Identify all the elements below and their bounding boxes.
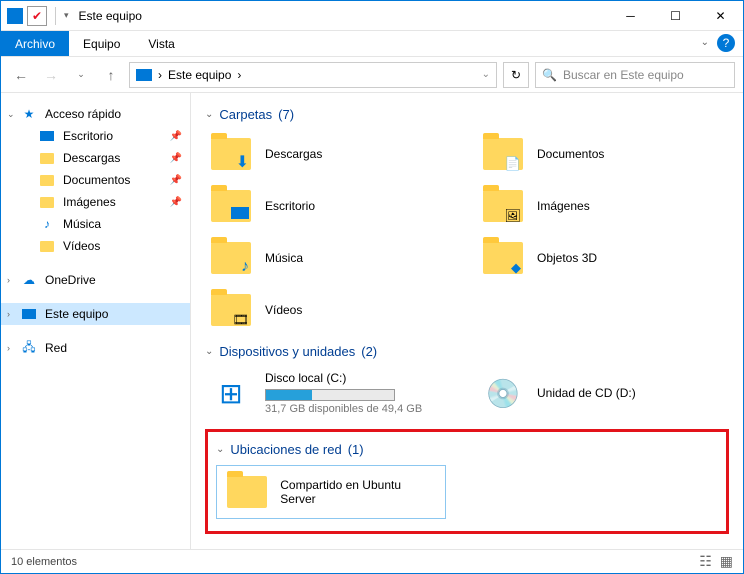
maximize-button[interactable]: ☐ bbox=[653, 1, 698, 30]
sidebar-item-music[interactable]: ♪Música bbox=[1, 213, 190, 235]
pc-icon bbox=[21, 306, 37, 322]
folder-icon: 🎞 bbox=[209, 290, 253, 330]
forward-button[interactable]: → bbox=[39, 63, 63, 87]
folder-downloads[interactable]: ⬇Descargas bbox=[205, 130, 457, 178]
drive-usage-bar bbox=[265, 389, 395, 401]
search-placeholder: Buscar en Este equipo bbox=[563, 68, 684, 82]
sidebar-item-desktop[interactable]: Escritorio📌 bbox=[1, 125, 190, 147]
address-dropdown-icon[interactable]: ⌄ bbox=[482, 69, 490, 80]
chevron-down-icon: ⌄ bbox=[216, 444, 224, 455]
tab-equipo[interactable]: Equipo bbox=[69, 31, 134, 56]
app-icon bbox=[7, 8, 23, 24]
desktop-icon bbox=[39, 128, 55, 144]
documents-icon bbox=[39, 172, 55, 188]
drive-local-c[interactable]: ⊞ Disco local (C:) 31,7 GB disponibles d… bbox=[205, 367, 457, 419]
folder-documents[interactable]: 📄Documentos bbox=[477, 130, 729, 178]
folder-icon bbox=[209, 186, 253, 226]
sidebar-item-quick-access[interactable]: ⌄★Acceso rápido bbox=[1, 103, 190, 125]
sidebar-item-videos[interactable]: Vídeos bbox=[1, 235, 190, 257]
back-button[interactable]: ← bbox=[9, 63, 33, 87]
ribbon-expand-icon[interactable]: ⌄ bbox=[701, 37, 709, 48]
search-input[interactable]: 🔍 Buscar en Este equipo bbox=[535, 62, 735, 88]
minimize-button[interactable]: ─ bbox=[608, 1, 653, 30]
cd-icon: 💿 bbox=[481, 373, 525, 413]
refresh-button[interactable]: ↻ bbox=[503, 62, 529, 88]
pin-icon: 📌 bbox=[170, 131, 182, 142]
details-view-icon[interactable]: ☷ bbox=[699, 553, 712, 570]
sidebar-item-images[interactable]: Imágenes📌 bbox=[1, 191, 190, 213]
sidebar-item-onedrive[interactable]: ›☁OneDrive bbox=[1, 269, 190, 291]
pin-icon: 📌 bbox=[170, 175, 182, 186]
folder-images[interactable]: 🖼Imágenes bbox=[477, 182, 729, 230]
status-count: 10 elementos bbox=[11, 556, 77, 568]
star-icon: ★ bbox=[21, 106, 37, 122]
recent-dropdown-icon[interactable]: ⌄ bbox=[69, 63, 93, 87]
images-icon bbox=[39, 194, 55, 210]
up-button[interactable]: ↑ bbox=[99, 63, 123, 87]
help-icon[interactable]: ? bbox=[717, 34, 735, 52]
folder-desktop[interactable]: Escritorio bbox=[205, 182, 457, 230]
section-network-header[interactable]: ⌄Ubicaciones de red (1) bbox=[216, 442, 718, 457]
folder-icon: ◆ bbox=[481, 238, 525, 278]
highlight-annotation: ⌄Ubicaciones de red (1) Compartido en Ub… bbox=[205, 429, 729, 534]
sidebar-item-thispc[interactable]: ›Este equipo bbox=[1, 303, 190, 325]
address-input[interactable]: › Este equipo › ⌄ bbox=[129, 62, 497, 88]
sidebar-item-network[interactable]: ›🖧Red bbox=[1, 337, 190, 359]
folder-videos[interactable]: 🎞Vídeos bbox=[205, 286, 457, 334]
drive-icon: ⊞ bbox=[209, 373, 253, 413]
videos-icon bbox=[39, 238, 55, 254]
qat-dropdown-icon[interactable]: ▾ bbox=[64, 10, 69, 21]
folder-music[interactable]: ♪Música bbox=[205, 234, 457, 282]
downloads-icon bbox=[39, 150, 55, 166]
sidebar: ⌄★Acceso rápido Escritorio📌 Descargas📌 D… bbox=[1, 93, 191, 549]
search-icon: 🔍 bbox=[542, 68, 557, 82]
breadcrumb-sep: › bbox=[237, 68, 241, 82]
content: ⌄Carpetas (7) ⬇Descargas 📄Documentos Esc… bbox=[191, 93, 743, 549]
separator bbox=[55, 7, 56, 25]
tab-archivo[interactable]: Archivo bbox=[1, 31, 69, 56]
breadcrumb[interactable]: Este equipo bbox=[168, 68, 231, 82]
titlebar-left: ✔ ▾ Este equipo bbox=[7, 6, 142, 26]
tab-vista[interactable]: Vista bbox=[134, 31, 188, 56]
drive-cd-d[interactable]: 💿 Unidad de CD (D:) bbox=[477, 367, 729, 419]
cloud-icon: ☁ bbox=[21, 272, 37, 288]
folder-icon: 📄 bbox=[481, 134, 525, 174]
chevron-down-icon: ⌄ bbox=[205, 346, 213, 357]
network-icon: 🖧 bbox=[21, 340, 37, 356]
pin-icon: 📌 bbox=[170, 153, 182, 164]
folders-grid: ⬇Descargas 📄Documentos Escritorio 🖼Imáge… bbox=[205, 130, 729, 334]
pc-icon bbox=[136, 69, 152, 81]
sidebar-item-downloads[interactable]: Descargas📌 bbox=[1, 147, 190, 169]
section-folders-header[interactable]: ⌄Carpetas (7) bbox=[205, 107, 729, 122]
window-controls: ─ ☐ ✕ bbox=[608, 1, 743, 30]
window-title: Este equipo bbox=[79, 9, 142, 23]
qat-properties-icon[interactable]: ✔ bbox=[27, 6, 47, 26]
folder-icon: ♪ bbox=[209, 238, 253, 278]
close-button[interactable]: ✕ bbox=[698, 1, 743, 30]
pin-icon: 📌 bbox=[170, 197, 182, 208]
address-bar: ← → ⌄ ↑ › Este equipo › ⌄ ↻ 🔍 Buscar en … bbox=[1, 57, 743, 93]
devices-grid: ⊞ Disco local (C:) 31,7 GB disponibles d… bbox=[205, 367, 729, 419]
sidebar-item-documents[interactable]: Documentos📌 bbox=[1, 169, 190, 191]
explorer-window: ✔ ▾ Este equipo ─ ☐ ✕ Archivo Equipo Vis… bbox=[0, 0, 744, 574]
folder-objects3d[interactable]: ◆Objetos 3D bbox=[477, 234, 729, 282]
music-icon: ♪ bbox=[39, 216, 55, 232]
chevron-down-icon: ⌄ bbox=[205, 109, 213, 120]
view-switcher: ☷ ▦ bbox=[699, 553, 733, 570]
folder-icon: ⬇ bbox=[209, 134, 253, 174]
titlebar: ✔ ▾ Este equipo ─ ☐ ✕ bbox=[1, 1, 743, 31]
body: ⌄★Acceso rápido Escritorio📌 Descargas📌 D… bbox=[1, 93, 743, 549]
status-bar: 10 elementos ☷ ▦ bbox=[1, 549, 743, 573]
ribbon: Archivo Equipo Vista ⌄ ? bbox=[1, 31, 743, 57]
folder-icon bbox=[225, 472, 268, 512]
network-share-ubuntu[interactable]: Compartido en Ubuntu Server bbox=[216, 465, 446, 519]
breadcrumb-sep: › bbox=[158, 68, 162, 82]
folder-icon: 🖼 bbox=[481, 186, 525, 226]
thumbnails-view-icon[interactable]: ▦ bbox=[720, 553, 733, 570]
section-devices-header[interactable]: ⌄Dispositivos y unidades (2) bbox=[205, 344, 729, 359]
